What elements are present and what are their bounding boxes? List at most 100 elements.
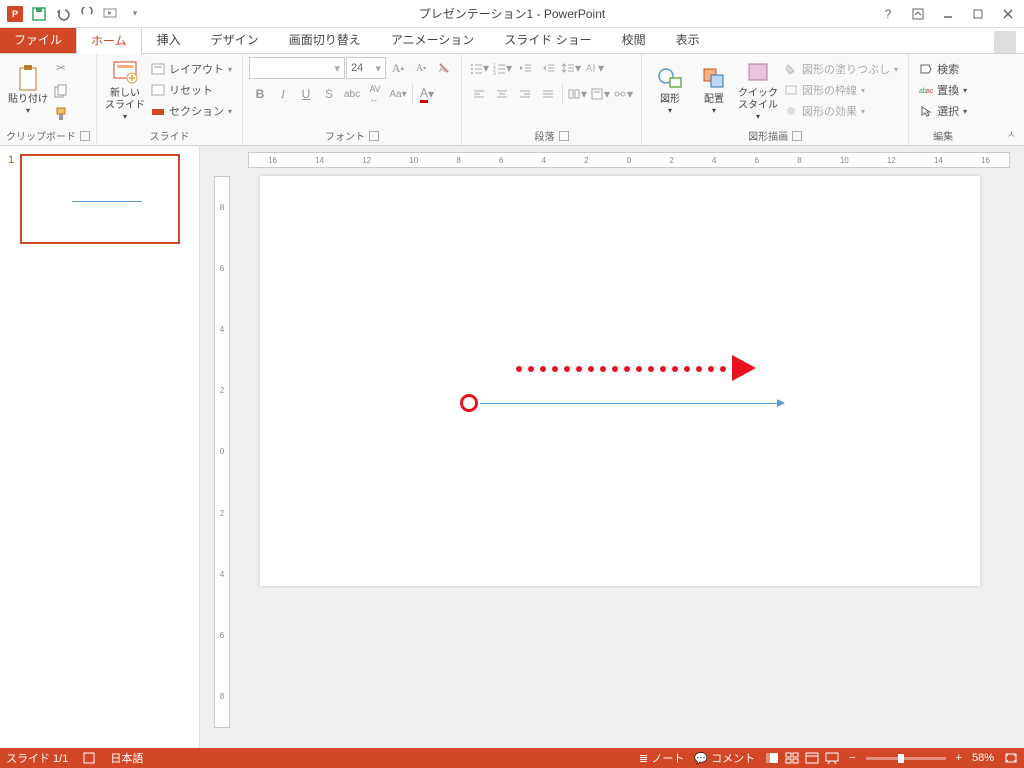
- format-painter-icon[interactable]: [50, 103, 72, 125]
- start-from-beginning-icon[interactable]: [100, 3, 122, 25]
- select-button[interactable]: 選択▾: [915, 101, 971, 121]
- tab-design[interactable]: デザイン: [196, 25, 274, 53]
- normal-view-icon[interactable]: [765, 751, 779, 765]
- zoom-slider[interactable]: [866, 757, 946, 760]
- align-right-icon[interactable]: [514, 83, 536, 105]
- comments-button[interactable]: 💬 コメント: [694, 750, 755, 766]
- zoom-level[interactable]: 58%: [972, 752, 994, 764]
- tab-file[interactable]: ファイル: [0, 26, 76, 53]
- replace-button[interactable]: abac置換▾: [915, 80, 971, 100]
- zoom-in-icon[interactable]: +: [956, 752, 962, 764]
- shape-arrow-line[interactable]: [480, 403, 780, 404]
- ribbon-options-icon[interactable]: [904, 2, 932, 26]
- tab-animations[interactable]: アニメーション: [376, 25, 490, 53]
- underline-icon[interactable]: U: [295, 83, 317, 105]
- bullets-icon[interactable]: ▾: [468, 57, 490, 79]
- shrink-font-icon[interactable]: A▾: [410, 57, 432, 79]
- svg-text:A: A: [439, 64, 446, 75]
- slide-canvas[interactable]: [260, 176, 980, 586]
- layout-button[interactable]: レイアウト▾: [147, 59, 236, 79]
- slide-thumbnail[interactable]: [20, 154, 180, 244]
- save-icon[interactable]: [28, 3, 50, 25]
- increase-indent-icon[interactable]: [537, 57, 559, 79]
- redo-icon[interactable]: [76, 3, 98, 25]
- collapse-ribbon-icon[interactable]: ㅅ: [1007, 126, 1016, 141]
- slideshow-view-icon[interactable]: [825, 751, 839, 765]
- font-launcher[interactable]: [369, 131, 379, 141]
- align-center-icon[interactable]: [491, 83, 513, 105]
- grow-font-icon[interactable]: A▴: [387, 57, 409, 79]
- numbering-icon[interactable]: 123▾: [491, 57, 513, 79]
- undo-icon[interactable]: [52, 3, 74, 25]
- shadow-icon[interactable]: S: [318, 83, 340, 105]
- section-button[interactable]: セクション▾: [147, 101, 236, 121]
- slide-counter[interactable]: スライド 1/1: [6, 750, 68, 766]
- slide-thumbnail-panel[interactable]: 1: [0, 146, 200, 748]
- quick-styles-button[interactable]: クイック スタイル▾: [736, 57, 780, 123]
- tab-home[interactable]: ホーム: [76, 26, 142, 54]
- paste-button[interactable]: 貼り付け▾: [6, 57, 50, 123]
- arrange-button[interactable]: 配置▾: [692, 57, 736, 123]
- clipboard-launcher[interactable]: [80, 131, 90, 141]
- animation-path-dots: [516, 366, 738, 372]
- font-size-combo[interactable]: 24▾: [346, 57, 386, 79]
- slide-editor[interactable]: 1614121086420246810121416 864202468: [200, 146, 1024, 748]
- horizontal-ruler: 1614121086420246810121416: [248, 152, 1010, 168]
- drawing-launcher[interactable]: [792, 131, 802, 141]
- shape-outline-button[interactable]: 図形の枠線▾: [780, 80, 902, 100]
- reading-view-icon[interactable]: [805, 751, 819, 765]
- reset-button[interactable]: リセット: [147, 80, 236, 100]
- group-clipboard: 貼り付け▾ ✂ クリップボード: [0, 54, 97, 145]
- qat-dropdown-icon[interactable]: ▾: [124, 3, 146, 25]
- help-icon[interactable]: ?: [874, 2, 902, 26]
- bold-icon[interactable]: B: [249, 83, 271, 105]
- smartart-icon[interactable]: ▾: [612, 83, 634, 105]
- zoom-out-icon[interactable]: −: [849, 752, 855, 764]
- decrease-indent-icon[interactable]: [514, 57, 536, 79]
- columns-icon[interactable]: ▾: [566, 83, 588, 105]
- change-case-icon[interactable]: Aa▾: [387, 83, 409, 105]
- shape-fill-button[interactable]: 図形の塗りつぶし▾: [780, 59, 902, 79]
- font-name-combo[interactable]: ▾: [249, 57, 345, 79]
- tab-review[interactable]: 校閲: [607, 25, 661, 53]
- cut-icon[interactable]: ✂: [50, 57, 72, 79]
- tab-slideshow[interactable]: スライド ショー: [489, 25, 606, 53]
- status-bar: スライド 1/1 日本語 ≣ ノート 💬 コメント − + 58%: [0, 748, 1024, 768]
- find-button[interactable]: 検索: [915, 59, 971, 79]
- title-bar: P ▾ プレゼンテーション1 - PowerPoint ?: [0, 0, 1024, 28]
- minimize-icon[interactable]: [934, 2, 962, 26]
- line-spacing-icon[interactable]: ▾: [560, 57, 582, 79]
- group-font: ▾ 24▾ A▴ A▾ A B I U S abc AV↔ Aa▾ A▾ フォン…: [243, 54, 462, 145]
- ribbon: 貼り付け▾ ✂ クリップボード 新しい スライド▾ レイアウト▾ リセット セク…: [0, 54, 1024, 146]
- justify-icon[interactable]: [537, 83, 559, 105]
- align-left-icon[interactable]: [468, 83, 490, 105]
- tab-transitions[interactable]: 画面切り替え: [274, 25, 376, 53]
- language-indicator[interactable]: 日本語: [110, 750, 143, 766]
- svg-text:A: A: [586, 63, 592, 73]
- fit-to-window-icon[interactable]: [1004, 751, 1018, 765]
- close-icon[interactable]: [994, 2, 1022, 26]
- shapes-button[interactable]: 図形▾: [648, 57, 692, 123]
- copy-icon[interactable]: [50, 80, 72, 102]
- italic-icon[interactable]: I: [272, 83, 294, 105]
- spellcheck-icon[interactable]: [82, 751, 96, 765]
- char-spacing-icon[interactable]: AV↔: [364, 83, 386, 105]
- vertical-ruler: 864202468: [214, 176, 230, 728]
- notes-button[interactable]: ≣ ノート: [639, 750, 684, 766]
- sorter-view-icon[interactable]: [785, 751, 799, 765]
- font-color-icon[interactable]: A▾: [416, 83, 438, 105]
- animation-start-marker[interactable]: [460, 394, 478, 412]
- user-avatar[interactable]: [994, 31, 1016, 53]
- new-slide-button[interactable]: 新しい スライド▾: [103, 57, 147, 123]
- align-text-icon[interactable]: ▾: [589, 83, 611, 105]
- group-drawing: 図形▾ 配置▾ クイック スタイル▾ 図形の塗りつぶし▾ 図形の枠線▾ 図形の効…: [642, 54, 909, 145]
- clear-format-icon[interactable]: A: [433, 57, 455, 79]
- ribbon-tabs: ファイル ホーム 挿入 デザイン 画面切り替え アニメーション スライド ショー…: [0, 28, 1024, 54]
- shape-effects-button[interactable]: 図形の効果▾: [780, 101, 902, 121]
- maximize-icon[interactable]: [964, 2, 992, 26]
- tab-insert[interactable]: 挿入: [142, 25, 196, 53]
- paragraph-launcher[interactable]: [559, 131, 569, 141]
- strike-icon[interactable]: abc: [341, 83, 363, 105]
- tab-view[interactable]: 表示: [661, 25, 715, 53]
- text-direction-icon[interactable]: A▾: [583, 57, 605, 79]
